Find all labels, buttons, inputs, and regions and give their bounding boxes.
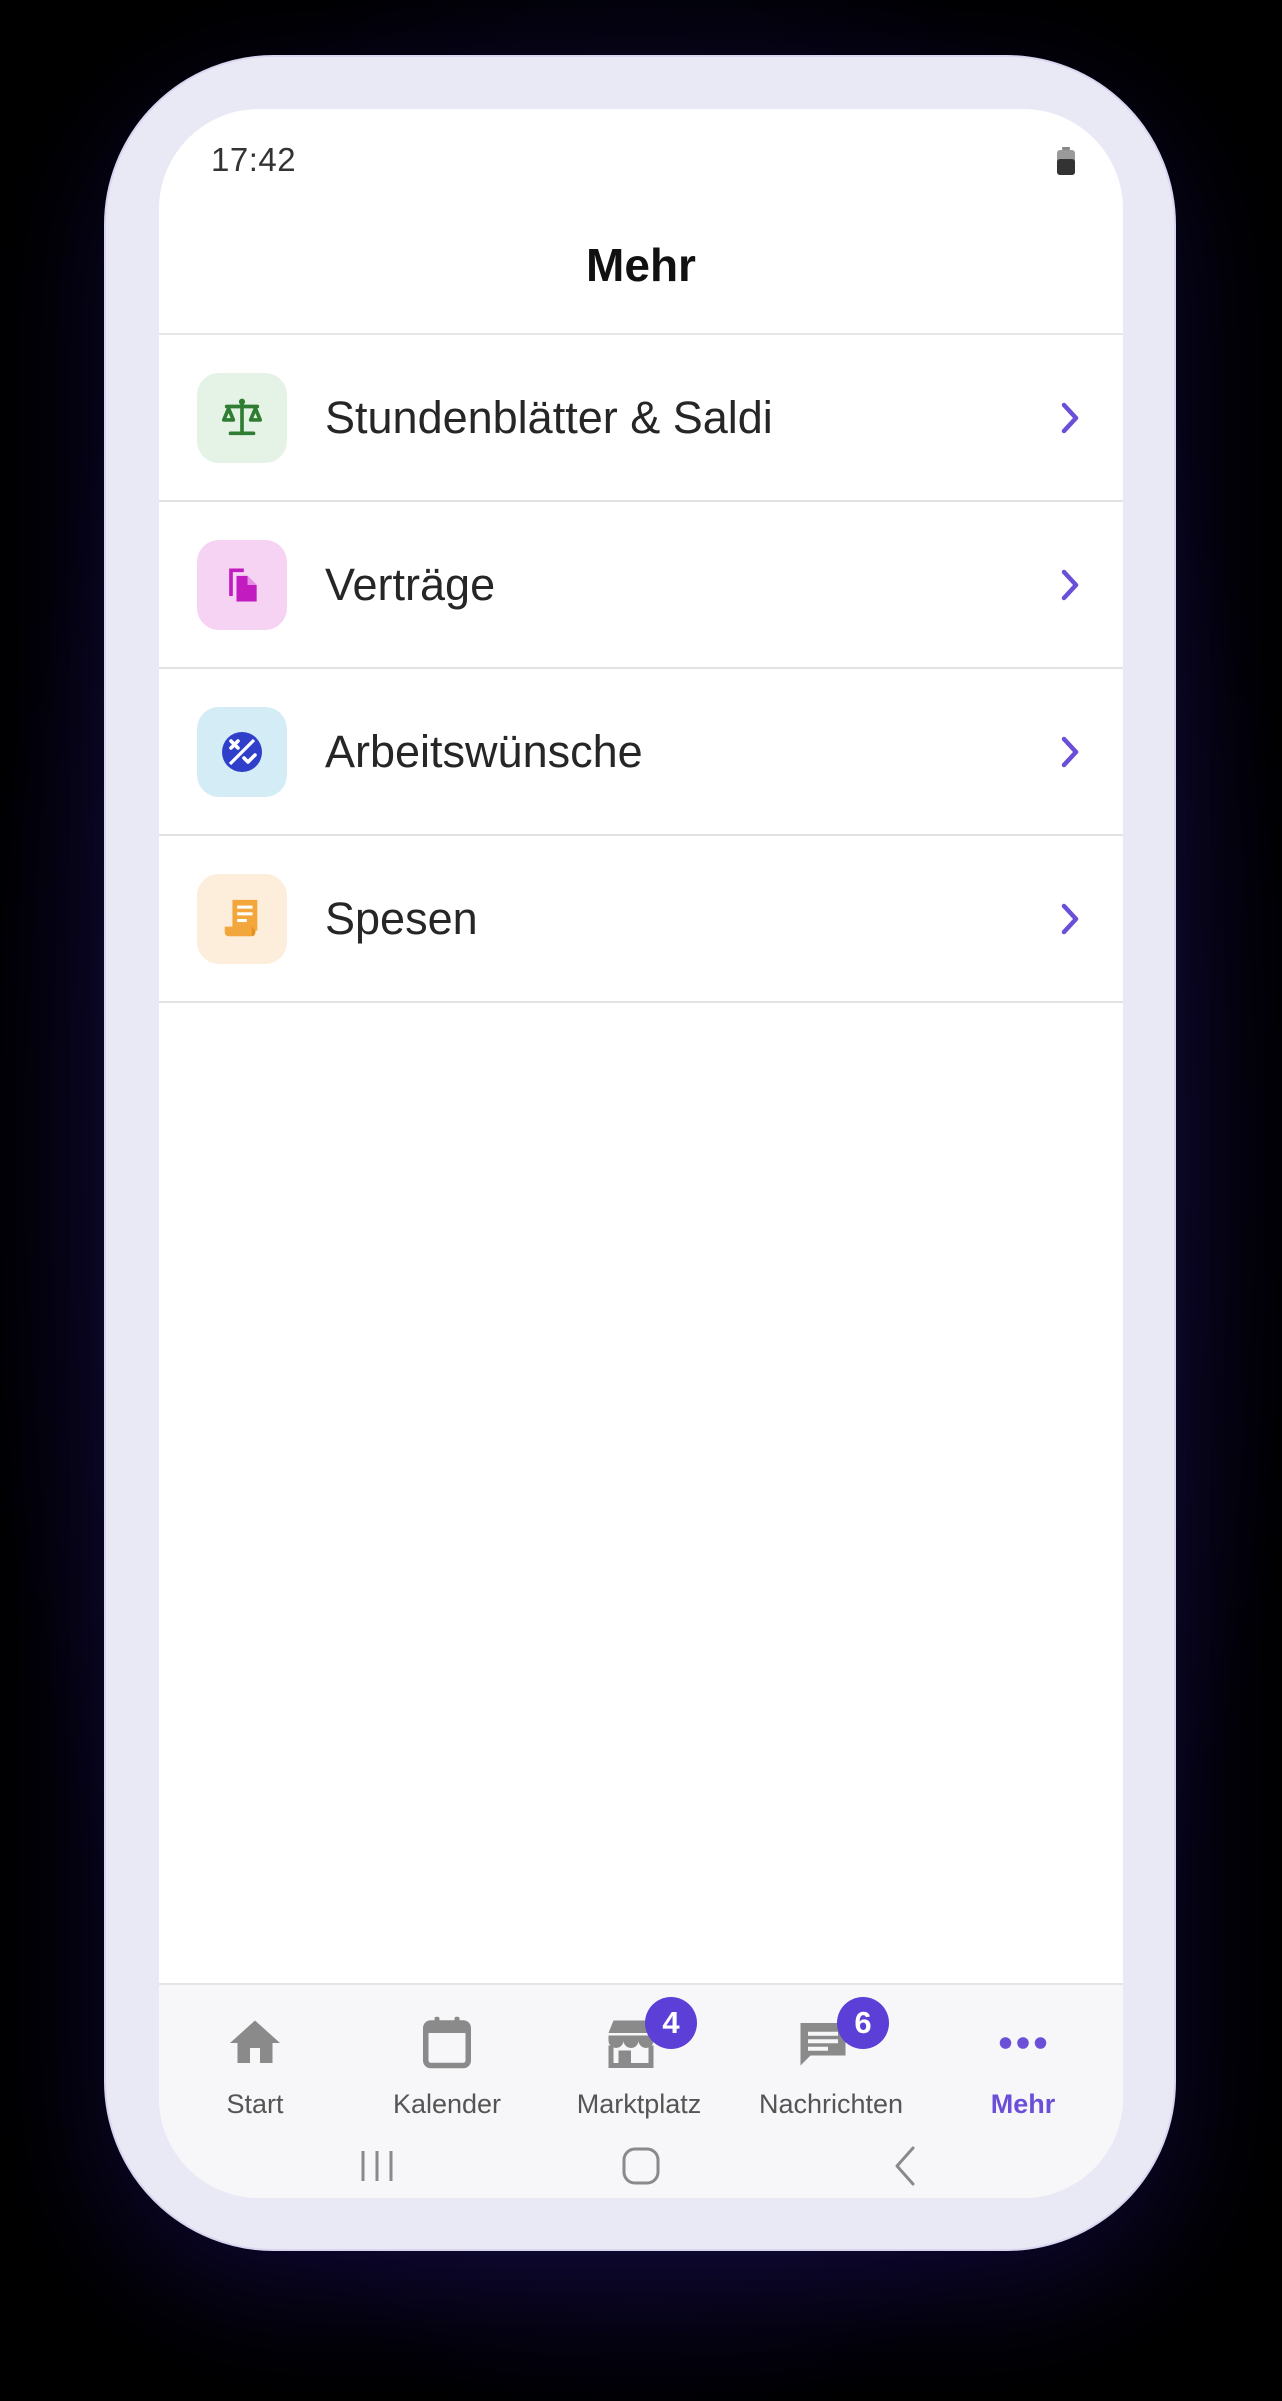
- marktplatz-badge: 4: [645, 1997, 697, 2049]
- chevron-right-icon: [1061, 736, 1079, 767]
- menu-label: Stundenblätter & Saldi: [325, 391, 773, 443]
- battery-icon: [1057, 147, 1075, 175]
- tab-nachrichten[interactable]: 6 Nachrichten: [735, 1985, 927, 2135]
- tab-start[interactable]: Start: [159, 1985, 351, 2135]
- page-title: Mehr: [586, 239, 696, 291]
- home-icon: [230, 2020, 280, 2063]
- menu-item-work-preferences[interactable]: Arbeitswünsche: [159, 669, 1123, 836]
- menu-icon-box: [197, 372, 287, 463]
- tab-label: Mehr: [990, 2089, 1056, 2119]
- tab-label: Nachrichten: [758, 2089, 904, 2119]
- page-header: Mehr: [159, 209, 1123, 335]
- tab-label: Marktplatz: [576, 2089, 702, 2119]
- home-button-icon[interactable]: [617, 2143, 665, 2189]
- chevron-right-icon: [1061, 402, 1079, 433]
- tab-label: Start: [226, 2089, 284, 2119]
- menu-icon-box: [197, 706, 287, 797]
- tab-label: Kalender: [392, 2089, 502, 2119]
- more-dots-icon: [999, 2037, 1047, 2049]
- background: 17:42 Mehr Stundenblätter & Saldi Verträ…: [0, 0, 1282, 2401]
- tab-mehr[interactable]: Mehr: [927, 1985, 1119, 2135]
- menu-item-expenses[interactable]: Spesen: [159, 836, 1123, 1003]
- nachrichten-badge: 6: [837, 1997, 889, 2049]
- phone-screen: 17:42 Mehr Stundenblätter & Saldi Verträ…: [159, 109, 1123, 2198]
- system-nav-bar: [159, 2135, 1123, 2198]
- tab-marktplatz[interactable]: 4 Marktplatz: [543, 1985, 735, 2135]
- calendar-icon: [423, 2016, 471, 2069]
- preferences-icon: [222, 731, 262, 772]
- bottom-area: Start Kalender 4 Marktplatz 6 Nachrichte…: [159, 1983, 1123, 2198]
- receipt-icon: [224, 899, 258, 936]
- recent-apps-icon[interactable]: [353, 2143, 401, 2189]
- menu-item-contracts[interactable]: Verträge: [159, 502, 1123, 669]
- menu-icon-box: [197, 873, 287, 964]
- chevron-right-icon: [1061, 903, 1079, 934]
- documents-icon: [229, 568, 257, 601]
- menu-label: Spesen: [325, 892, 478, 944]
- tab-kalender[interactable]: Kalender: [351, 1985, 543, 2135]
- scale-icon: [221, 398, 263, 435]
- menu-label: Arbeitswünsche: [325, 725, 643, 777]
- menu-icon-box: [197, 539, 287, 630]
- back-icon[interactable]: [881, 2143, 929, 2189]
- tab-bar: Start Kalender 4 Marktplatz 6 Nachrichte…: [159, 1985, 1123, 2135]
- menu-item-timesheets[interactable]: Stundenblätter & Saldi: [159, 335, 1123, 502]
- phone-frame: 17:42 Mehr Stundenblätter & Saldi Verträ…: [104, 55, 1176, 2251]
- status-time: 17:42: [211, 141, 297, 178]
- menu-label: Verträge: [325, 558, 496, 610]
- status-bar: 17:42: [159, 109, 1123, 209]
- chevron-right-icon: [1061, 569, 1079, 600]
- menu-list: Stundenblätter & Saldi Verträge Arbeitsw…: [159, 335, 1123, 1003]
